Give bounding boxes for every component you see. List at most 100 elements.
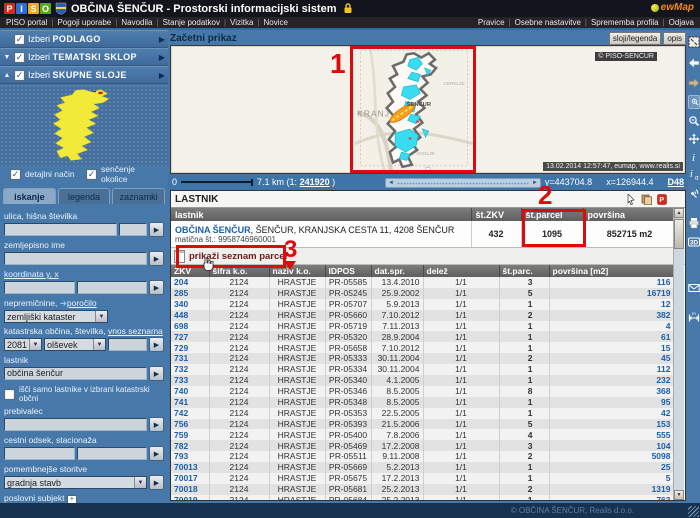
copy-icon[interactable]: [641, 194, 652, 205]
menu-link-vizitka[interactable]: Vizitka: [230, 18, 253, 27]
layer-checkbox[interactable]: [14, 70, 25, 81]
accordion-skupne-sloje[interactable]: ▲Izberi SKUPNE SLOJE▶: [0, 66, 168, 84]
show-parcels-link[interactable]: prikaži seznam parcel: [189, 251, 287, 262]
zoom-in-icon[interactable]: [688, 95, 700, 109]
owner-col-lastnik[interactable]: lastnik: [171, 208, 471, 221]
scroll-thumb[interactable]: [674, 219, 684, 249]
tab-iskanje[interactable]: iskanje: [3, 188, 56, 204]
coordinate-y-input[interactable]: [4, 281, 75, 294]
parcels-col-0[interactable]: ZKV: [171, 265, 209, 277]
street-input[interactable]: [4, 223, 117, 236]
owner-input[interactable]: občina šenčur: [4, 367, 147, 380]
parcel-row[interactable]: 700172124HRASTJEPR-0567517.2.20131/115: [171, 473, 676, 484]
piso-logo[interactable]: PISO: [4, 3, 51, 14]
parcels-col-7[interactable]: površina [m2]: [549, 265, 676, 277]
menu-link-stanje-podatkov[interactable]: Stanje podatkov: [163, 18, 220, 27]
parcels-col-4[interactable]: dat.spr.: [371, 265, 423, 277]
cadastral-code-select[interactable]: 2081 ▼: [4, 338, 42, 351]
parcel-row[interactable]: 700192124HRASTJEPR-0568425.2.20131/11763: [171, 495, 676, 501]
print-icon[interactable]: [688, 216, 700, 230]
parcel-row[interactable]: 7312124HRASTJEPR-0533330.11.20041/1245: [171, 353, 676, 364]
parcel-row[interactable]: 2042124HRASTJEPR-0558513.4.20101/13116: [171, 277, 676, 288]
street-search-button[interactable]: ▶: [149, 222, 164, 237]
cadastral-list-link[interactable]: vnos seznama: [108, 326, 163, 336]
parcel-row[interactable]: 7932124HRASTJEPR-055119.11.20081/125098: [171, 451, 676, 462]
overview-map[interactable]: [0, 84, 168, 166]
cadastral-number-input[interactable]: [108, 338, 147, 351]
info-icon[interactable]: i: [688, 150, 700, 164]
parcel-row[interactable]: 6982124HRASTJEPR-057197.11.20131/114: [171, 321, 676, 332]
parcels-col-2[interactable]: naziv k.o.: [269, 265, 325, 277]
geoname-input[interactable]: [4, 252, 147, 265]
menu-link-piso-portal[interactable]: PISO portal: [6, 18, 47, 27]
coordinate-link[interactable]: koordinata y, x: [4, 269, 59, 279]
map-canvas[interactable]: KRANJ ŠENČUR CERKLJE VOGLJE © PISO-ŠENČU…: [170, 45, 686, 174]
parcels-col-3[interactable]: IDPOS: [325, 265, 371, 277]
geoname-search-button[interactable]: ▶: [149, 251, 164, 266]
pan-icon[interactable]: [688, 132, 700, 146]
parcel-row[interactable]: 3402124HRASTJEPR-057075.9.20131/1112: [171, 299, 676, 310]
parcel-row[interactable]: 7322124HRASTJEPR-0533430.11.20041/11112: [171, 364, 676, 375]
measure-icon[interactable]: m: [688, 310, 700, 324]
parcel-row[interactable]: 700132124HRASTJEPR-056695.2.20131/1125: [171, 462, 676, 473]
back-icon[interactable]: [688, 56, 700, 70]
parcel-row[interactable]: 7332124HRASTJEPR-053404.1.20051/11232: [171, 375, 676, 386]
resize-grip[interactable]: [688, 506, 699, 517]
menu-link-sprememba-profila[interactable]: Sprememba profila: [591, 18, 659, 27]
parcel-row[interactable]: 7412124HRASTJEPR-053488.5.20051/1195: [171, 397, 676, 408]
road-section-input[interactable]: [4, 447, 75, 460]
cadastral-name-select[interactable]: olševek ▼: [44, 338, 106, 351]
resident-input[interactable]: [4, 418, 147, 431]
parcel-row[interactable]: 7402124HRASTJEPR-053468.5.20051/18368: [171, 386, 676, 397]
parcels-col-5[interactable]: delež: [423, 265, 499, 277]
datum-link[interactable]: D48: [667, 177, 684, 187]
zoom-out-icon[interactable]: [688, 114, 700, 128]
owner-col-zkv[interactable]: št.ZKV: [471, 208, 521, 221]
menu-link-osebne-nastavitve[interactable]: Osebne nastavitve: [515, 18, 581, 27]
owner-search-button[interactable]: ▶: [149, 366, 164, 381]
scroll-down-icon[interactable]: ▼: [674, 490, 684, 500]
mail-icon[interactable]: [688, 281, 700, 295]
coordinate-search-button[interactable]: ▶: [149, 280, 164, 295]
accordion-tematski-sklop[interactable]: ▼Izberi TEMATSKI SKLOP▶: [0, 48, 168, 66]
gps-icon[interactable]: [688, 185, 700, 199]
pdf-icon[interactable]: P: [657, 194, 667, 205]
description-button[interactable]: opis: [663, 32, 686, 45]
option-checkbox[interactable]: [10, 169, 21, 180]
forward-icon[interactable]: [688, 76, 700, 90]
results-scrollbar[interactable]: ▲ ▼: [673, 208, 684, 500]
scroll-up-icon[interactable]: ▲: [674, 208, 684, 218]
parcel-row[interactable]: 4482124HRASTJEPR-056607.10.20121/12382: [171, 310, 676, 321]
layer-checkbox[interactable]: [14, 52, 25, 63]
menu-link-pravice[interactable]: Pravice: [478, 18, 505, 27]
parcel-row[interactable]: 7292124HRASTJEPR-056587.10.20121/1115: [171, 342, 676, 353]
parcels-col-1[interactable]: šifra k.o.: [209, 265, 269, 277]
parcel-row[interactable]: 2852124HRASTJEPR-0524525.9.20021/1516719: [171, 288, 676, 299]
option-checkbox[interactable]: [86, 169, 97, 180]
road-station-input[interactable]: [77, 447, 148, 460]
parcel-row[interactable]: 700182124HRASTJEPR-0568125.2.20131/12131…: [171, 484, 676, 495]
tab-zaznamki[interactable]: zaznamki: [112, 188, 165, 204]
menu-link-navodila[interactable]: Navodila: [121, 18, 152, 27]
menu-link-novice[interactable]: Novice: [264, 18, 288, 27]
menu-link-pogoji-uporabe[interactable]: Pogoji uporabe: [57, 18, 111, 27]
owner-name-link[interactable]: OBČINA ŠENČUR: [175, 225, 251, 235]
cadastral-search-button[interactable]: ▶: [149, 337, 164, 352]
panel-splitter[interactable]: ◄ ►: [385, 178, 541, 188]
threed-icon[interactable]: 3D: [688, 235, 700, 249]
owner-col-area[interactable]: površina: [583, 208, 676, 221]
services-search-button[interactable]: ▶: [149, 475, 164, 490]
resident-search-button[interactable]: ▶: [149, 417, 164, 432]
layers-legend-button[interactable]: sloji/legenda: [609, 32, 661, 45]
house-number-input[interactable]: [119, 223, 147, 236]
owner-row[interactable]: OBČINA ŠENČUR, ŠENČUR, KRANJSKA CESTA 11…: [171, 221, 676, 248]
accordion-toggle-icon[interactable]: ▲: [3, 72, 11, 79]
road-search-button[interactable]: ▶: [149, 446, 164, 461]
parcel-row[interactable]: 7592124HRASTJEPR-054007.8.20061/14555: [171, 429, 676, 440]
realestate-select[interactable]: zemljiški kataster ▼: [4, 310, 108, 323]
initial-view-icon[interactable]: [688, 35, 700, 49]
owner-filter-checkbox[interactable]: [4, 389, 15, 400]
services-select[interactable]: gradnja stavb ▼: [4, 476, 147, 489]
report-link[interactable]: poročilo: [67, 298, 97, 308]
layer-checkbox[interactable]: [14, 34, 25, 45]
